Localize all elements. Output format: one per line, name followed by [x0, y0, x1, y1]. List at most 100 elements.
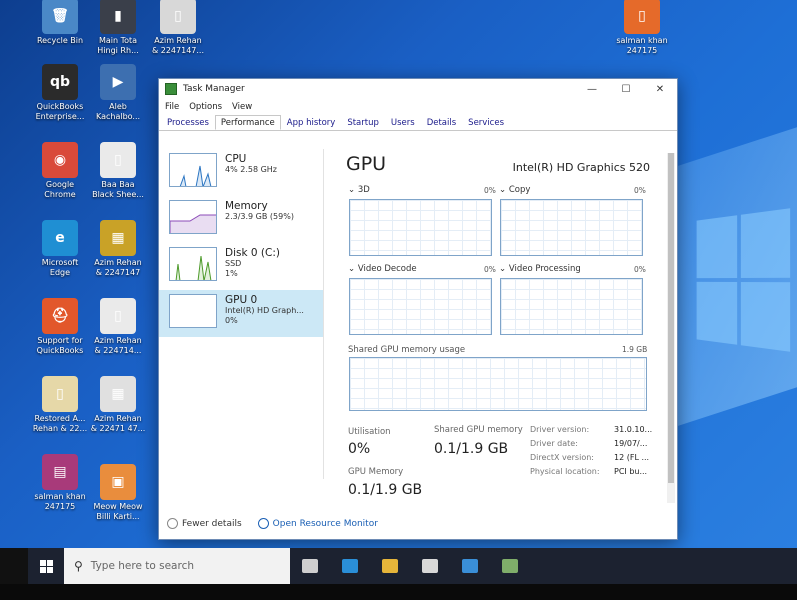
- gpu-memory-label: GPU Memory: [348, 467, 404, 477]
- desktop-icon-baa-baa-black-sheep[interactable]: ▯ Baa Baa Black Shee...: [86, 142, 150, 200]
- engine-copy-label[interactable]: ⌄ Copy: [499, 185, 530, 195]
- engine-3d-label[interactable]: ⌄ 3D: [348, 185, 370, 195]
- support-quickbooks-icon: ⛑: [42, 298, 78, 334]
- panel-scrollbar[interactable]: [667, 153, 675, 503]
- desktop-icon-azim-rehan-2[interactable]: ▦ Azim Rehan & 2247147: [86, 220, 150, 278]
- sidebar-label: GPU 0: [225, 294, 258, 306]
- resource-monitor-icon: [257, 518, 269, 529]
- desktop-icon-label: Support for QuickBooks: [36, 336, 84, 355]
- main-tota-icon: ▮: [100, 0, 136, 34]
- tab-processes[interactable]: Processes: [161, 115, 215, 130]
- sidebar-sub: 0%: [225, 316, 238, 325]
- taskbar-mail[interactable]: [450, 548, 490, 584]
- task-manager-window: Task Manager — ☐ ✕ File Options View Pro…: [158, 78, 678, 540]
- menu-file[interactable]: File: [165, 102, 179, 112]
- engine-video-decode-label[interactable]: ⌄ Video Decode: [348, 264, 417, 274]
- screen-bezel: [0, 584, 797, 600]
- sidebar-sub: 2.3/3.9 GB (59%): [225, 212, 294, 221]
- gpu-panel: GPU Intel(R) HD Graphics 520 ⌄ 3D 0% ⌄ C…: [334, 149, 674, 519]
- desktop-icon-label: Azim Rehan & 2247147...: [151, 36, 205, 55]
- shared-memory-stat-label: Shared GPU memory: [434, 425, 523, 435]
- driver-date-label: Driver date:: [530, 439, 578, 448]
- desktop-icon-main-tota[interactable]: ▮ Main Tota Hingi Rh...: [86, 0, 150, 56]
- sidebar-label: Disk 0 (C:): [225, 247, 280, 259]
- taskbar-task-view[interactable]: [290, 548, 330, 584]
- tab-details[interactable]: Details: [421, 115, 462, 130]
- taskbar-task-manager[interactable]: [490, 548, 530, 584]
- sidebar-item-memory[interactable]: Memory 2.3/3.9 GB (59%): [159, 196, 323, 243]
- azim-rehan-3-icon: ▯: [100, 298, 136, 334]
- engine-label: Video Processing: [508, 264, 581, 274]
- sidebar-sub: Intel(R) HD Graph...: [225, 306, 304, 315]
- desktop-icon-recycle-bin[interactable]: 🗑 Recycle Bin: [28, 0, 92, 46]
- utilisation-value: 0%: [348, 441, 371, 457]
- scrollbar-thumb[interactable]: [668, 153, 674, 483]
- desktop-icon-label: Azim Rehan & 22471 47...: [90, 414, 146, 433]
- microsoft-edge-icon: e: [42, 220, 78, 256]
- search-box[interactable]: ⚲ Type here to search: [64, 548, 290, 584]
- wallpaper-windows-logo: [696, 208, 791, 352]
- engine-3d-graph: [349, 199, 492, 256]
- desktop-icon-restored-azim[interactable]: ▯ Restored A... Rehan & 22...: [28, 376, 92, 434]
- tab-users[interactable]: Users: [385, 115, 421, 130]
- desktop-icon-azim-rehan-1[interactable]: ▯ Azim Rehan & 2247147...: [146, 0, 210, 56]
- sidebar-item-disk[interactable]: Disk 0 (C:) SSD 1%: [159, 243, 323, 290]
- open-resource-monitor-link[interactable]: Open Resource Monitor: [257, 518, 378, 529]
- menu-view[interactable]: View: [232, 102, 252, 112]
- desktop-icon-azim-rehan-4[interactable]: ▦ Azim Rehan & 22471 47...: [86, 376, 150, 434]
- gpu-memory-value: 0.1/1.9 GB: [348, 482, 423, 498]
- azim-rehan-2-icon: ▦: [100, 220, 136, 256]
- engine-copy-graph: [500, 199, 643, 256]
- engine-label: 3D: [357, 185, 370, 195]
- memory-thumbnail-graph: [169, 200, 217, 234]
- sidebar-item-cpu[interactable]: CPU 4% 2.58 GHz: [159, 149, 323, 196]
- tab-performance[interactable]: Performance: [214, 115, 281, 130]
- driver-date-value: 19/07/...: [614, 439, 648, 448]
- tab-startup[interactable]: Startup: [341, 115, 385, 130]
- task-manager-icon: [165, 83, 177, 95]
- desktop-icon-label: Google Chrome: [44, 180, 76, 199]
- physical-location-value: PCI bu...: [614, 467, 648, 476]
- taskbar-edge[interactable]: [330, 548, 370, 584]
- engine-copy-pct: 0%: [634, 186, 646, 195]
- desktop-icon-aleb-kachalbo[interactable]: ▶ Aleb Kachalbo...: [86, 64, 150, 122]
- minimize-button[interactable]: —: [575, 84, 609, 95]
- windows-icon: [39, 559, 53, 573]
- fewer-details-link[interactable]: Fewer details: [167, 518, 242, 529]
- maximize-button[interactable]: ☐: [609, 84, 643, 95]
- utilisation-label: Utilisation: [348, 427, 391, 437]
- restored-azim-icon: ▯: [42, 376, 78, 412]
- engine-video-decode-pct: 0%: [484, 265, 496, 274]
- engine-label: Copy: [508, 185, 531, 195]
- close-button[interactable]: ✕: [643, 84, 677, 95]
- edge-icon: [342, 559, 358, 573]
- quickbooks-icon: qb: [42, 64, 78, 100]
- taskbar-store[interactable]: [410, 548, 450, 584]
- taskbar: ⚲ Type here to search: [28, 548, 797, 584]
- tab-services[interactable]: Services: [462, 115, 510, 130]
- meow-meow-icon: ▣: [100, 464, 136, 500]
- azim-rehan-4-icon: ▦: [100, 376, 136, 412]
- engine-video-processing-label[interactable]: ⌄ Video Processing: [499, 264, 581, 274]
- desktop-icon-microsoft-edge[interactable]: e Microsoft Edge: [28, 220, 92, 278]
- desktop-icon-salman-khan-1[interactable]: ▤ salman khan 247175: [28, 454, 92, 512]
- store-icon: [422, 559, 438, 573]
- start-button[interactable]: [28, 548, 64, 584]
- sidebar-item-gpu[interactable]: GPU 0 Intel(R) HD Graph... 0%: [159, 290, 323, 337]
- desktop-icon-meow-meow[interactable]: ▣ Meow Meow Billi Karti...: [86, 464, 150, 522]
- open-resource-monitor-label: Open Resource Monitor: [272, 518, 378, 529]
- menu-options[interactable]: Options: [189, 102, 222, 112]
- tab-app-history[interactable]: App history: [281, 115, 342, 130]
- salman-khan-2-icon: ▯: [624, 0, 660, 34]
- desktop-icon-google-chrome[interactable]: ◉ Google Chrome: [28, 142, 92, 200]
- chevron-up-icon: [167, 518, 178, 529]
- tab-bar: Processes Performance App history Startu…: [159, 115, 677, 131]
- desktop-icon-azim-rehan-3[interactable]: ▯ Azim Rehan & 224714...: [86, 298, 150, 356]
- taskbar-apps: [290, 548, 530, 584]
- taskbar-file-explorer[interactable]: [370, 548, 410, 584]
- azim-rehan-1-icon: ▯: [160, 0, 196, 34]
- desktop-icon-salman-khan-2[interactable]: ▯ salman khan 247175: [610, 0, 674, 56]
- sidebar-label: CPU: [225, 153, 247, 165]
- desktop-icon-quickbooks[interactable]: qb QuickBooks Enterprise...: [28, 64, 92, 122]
- desktop-icon-support-quickbooks[interactable]: ⛑ Support for QuickBooks: [28, 298, 92, 356]
